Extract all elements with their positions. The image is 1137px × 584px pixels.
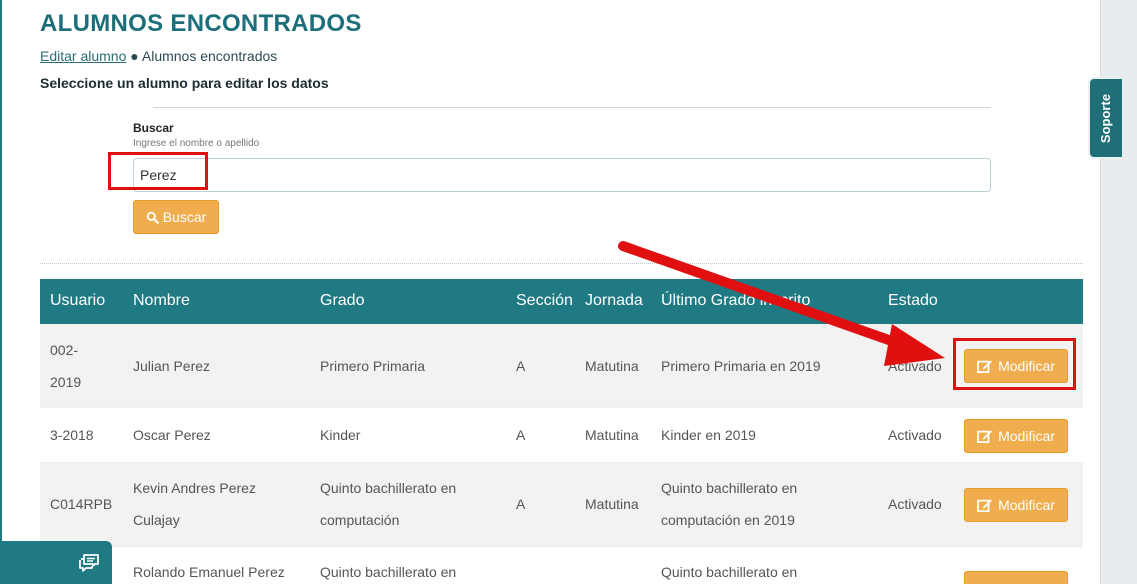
chat-icon xyxy=(79,553,99,572)
page: ALUMNOS ENCONTRADOS Editar alumno ● Alum… xyxy=(0,0,1137,584)
chat-widget[interactable] xyxy=(0,541,112,584)
annotation-arrow xyxy=(618,241,945,366)
support-tab-label: Soporte xyxy=(1098,93,1114,143)
support-tab[interactable]: Soporte xyxy=(1088,77,1122,159)
content-panel: ALUMNOS ENCONTRADOS Editar alumno ● Alum… xyxy=(0,0,1101,584)
